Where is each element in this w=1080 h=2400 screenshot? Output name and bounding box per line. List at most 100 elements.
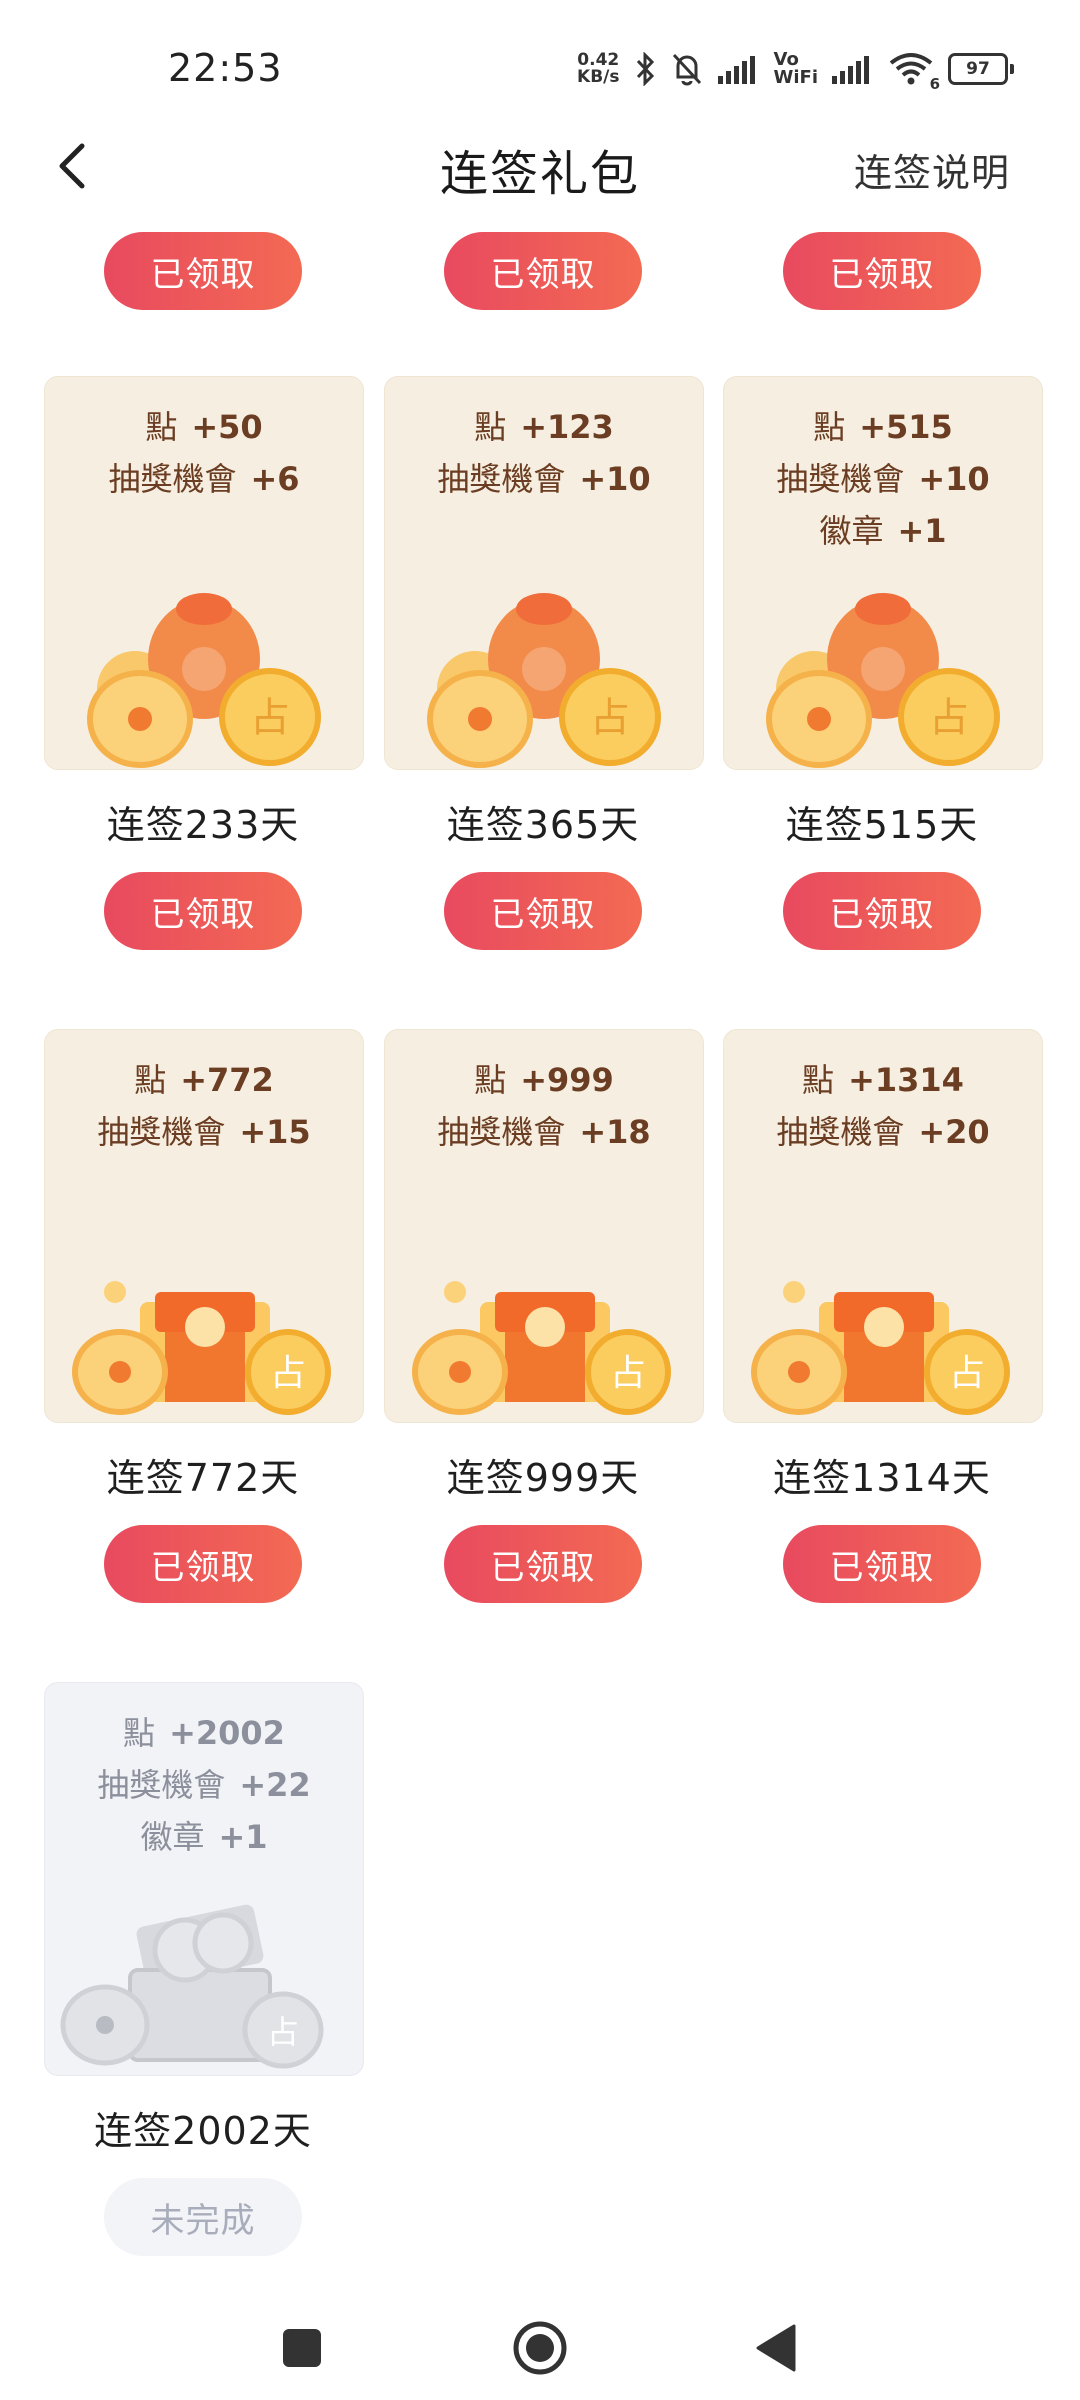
day-label: 连签365天 <box>446 803 640 847</box>
coin-bag-illustration: 占 <box>766 593 1000 768</box>
net-speed-unit: KB/s <box>577 67 620 87</box>
claimed-button[interactable]: 已领取 <box>104 232 302 310</box>
coin-bag-illustration: 占 <box>427 593 661 768</box>
day-label: 连签2002天 <box>94 2109 312 2153</box>
bluetooth-icon <box>636 52 654 86</box>
day-label: 连签1314天 <box>773 1456 991 1500</box>
net-speed: 0.42 KB/s <box>577 52 619 86</box>
reward-list: 點 +999 抽獎機會 +18 <box>385 1054 703 1158</box>
reward-value: +15 <box>239 1113 311 1151</box>
reward-value: +1 <box>897 512 947 550</box>
app-header: 连签礼包 连签说明 <box>0 120 1080 210</box>
signal-icon <box>717 56 755 84</box>
back-nav-button[interactable] <box>744 2316 808 2380</box>
wifi-label: WiFi <box>773 67 819 88</box>
reward-label: 抽獎機會 <box>97 1113 226 1151</box>
battery-icon: 97 <box>948 53 1014 85</box>
reward-value: +772 <box>180 1061 274 1099</box>
svg-text:占: 占 <box>250 695 290 741</box>
svg-text:占: 占 <box>949 1353 985 1394</box>
claimed-button[interactable]: 已领取 <box>104 872 302 950</box>
wifi-icon: 6 <box>888 51 940 93</box>
day-label: 连签515天 <box>785 803 979 847</box>
pack-card: 點 +772 抽獎機會 +15 占 <box>44 1029 364 1423</box>
day-label: 连签233天 <box>106 803 300 847</box>
reward-label: 抽獎機會 <box>437 1113 566 1151</box>
reward-label: 點 <box>123 1714 156 1752</box>
claimed-button[interactable]: 已领取 <box>783 1525 981 1603</box>
clock: 22:53 <box>168 46 283 90</box>
claimed-button[interactable]: 已领取 <box>444 1525 642 1603</box>
svg-text:占: 占 <box>590 695 630 741</box>
reward-value: +20 <box>918 1113 990 1151</box>
reward-value: +1314 <box>848 1061 964 1099</box>
reward-list: 點 +123 抽獎機會 +10 <box>385 401 703 505</box>
status-icons: 0.42 KB/s Vo WiFi 6 97 <box>577 44 1014 94</box>
reward-value: +6 <box>250 460 300 498</box>
silver-chest-illustration: 占 <box>60 1904 324 2069</box>
wifi-badge: 6 <box>929 75 940 93</box>
reward-label: 點 <box>134 1061 167 1099</box>
reward-value: +999 <box>520 1061 614 1099</box>
coin-bag-illustration: 占 <box>87 593 321 768</box>
claimed-button[interactable]: 已领取 <box>783 872 981 950</box>
home-button[interactable] <box>508 2316 572 2380</box>
reward-label: 點 <box>474 408 507 446</box>
claimed-button[interactable]: 已领取 <box>783 232 981 310</box>
rules-link[interactable]: 连签说明 <box>854 142 1010 197</box>
reward-value: +123 <box>520 408 614 446</box>
triangle-back-icon <box>756 2324 796 2372</box>
reward-value: +18 <box>579 1113 651 1151</box>
system-nav-bar <box>0 2290 1080 2400</box>
pack-card: 點 +123 抽獎機會 +10 占 <box>384 376 704 770</box>
reward-label: 抽獎機會 <box>776 460 905 498</box>
day-label: 连签772天 <box>106 1456 300 1500</box>
claimed-button[interactable]: 已领取 <box>104 1525 302 1603</box>
reward-value: +2002 <box>169 1714 285 1752</box>
reward-list: 點 +1314 抽獎機會 +20 <box>724 1054 1042 1158</box>
reward-value: +515 <box>859 408 953 446</box>
reward-label: 點 <box>474 1061 507 1099</box>
svg-text:占: 占 <box>929 695 969 741</box>
claimed-button[interactable]: 已领取 <box>444 872 642 950</box>
pack-card: 點 +999 抽獎機會 +18 占 <box>384 1029 704 1423</box>
reward-value: +10 <box>579 460 651 498</box>
reward-value: +1 <box>218 1818 268 1856</box>
treasure-chest-illustration: 占 <box>72 1281 331 1415</box>
pack-card: 點 +1314 抽獎機會 +20 占 <box>723 1029 1043 1423</box>
reward-label: 點 <box>813 408 846 446</box>
reward-label: 抽獎機會 <box>776 1113 905 1151</box>
treasure-chest-illustration: 占 <box>412 1281 671 1415</box>
reward-label: 抽獎機會 <box>97 1766 226 1804</box>
reward-label: 點 <box>802 1061 835 1099</box>
pack-card: 點 +515 抽獎機會 +10 徽章 +1 占 <box>723 376 1043 770</box>
reward-value: +50 <box>191 408 263 446</box>
reward-list: 點 +515 抽獎機會 +10 徽章 +1 <box>724 401 1042 557</box>
reward-label: 徽章 <box>140 1818 205 1856</box>
reward-value: +10 <box>918 460 990 498</box>
reward-list: 點 +772 抽獎機會 +15 <box>45 1054 363 1158</box>
pack-card-locked: 點 +2002 抽獎機會 +22 徽章 +1 占 <box>44 1682 364 2076</box>
signal-icon-2 <box>832 56 869 84</box>
reward-label: 抽獎機會 <box>108 460 237 498</box>
svg-text:占: 占 <box>267 2013 299 2051</box>
reward-label: 抽獎機會 <box>437 460 566 498</box>
mute-bell-icon <box>672 53 701 86</box>
incomplete-button[interactable]: 未完成 <box>104 2178 302 2256</box>
svg-text:占: 占 <box>270 1353 306 1394</box>
status-bar: 22:53 0.42 KB/s Vo WiFi 6 97 <box>0 0 1080 130</box>
reward-label: 徽章 <box>819 512 884 550</box>
vowifi-indicator: Vo WiFi <box>774 51 819 87</box>
svg-text:占: 占 <box>610 1353 646 1394</box>
reward-value: +22 <box>239 1766 311 1804</box>
reward-list: 點 +50 抽獎機會 +6 <box>45 401 363 505</box>
circle-home-icon <box>513 2321 567 2375</box>
recents-button[interactable] <box>270 2316 334 2380</box>
day-label: 连签999天 <box>446 1456 640 1500</box>
pack-card: 點 +50 抽獎機會 +6 占 <box>44 376 364 770</box>
claimed-button[interactable]: 已领取 <box>444 232 642 310</box>
reward-list: 點 +2002 抽獎機會 +22 徽章 +1 <box>45 1707 363 1863</box>
battery-level: 97 <box>948 53 1008 85</box>
square-recents-icon <box>283 2329 321 2367</box>
treasure-chest-illustration: 占 <box>751 1281 1010 1415</box>
